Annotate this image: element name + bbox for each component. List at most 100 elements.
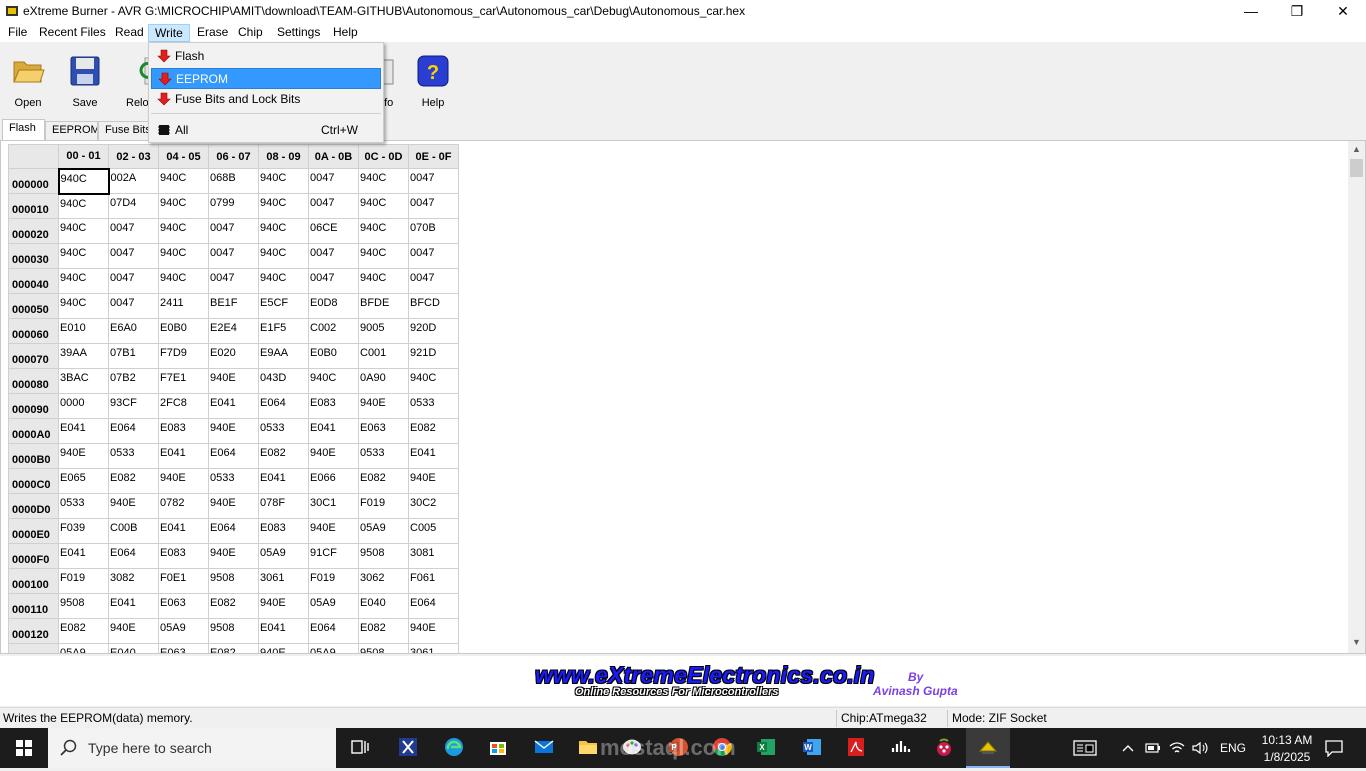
hex-cell[interactable]: 940E — [258, 593, 309, 619]
hex-cell[interactable]: F019 — [308, 568, 359, 594]
hex-cell[interactable]: 39AA — [58, 343, 109, 369]
hex-cell[interactable]: 940C — [58, 268, 109, 294]
hex-cell[interactable]: E0B0 — [308, 343, 359, 369]
hex-cell[interactable]: E9AA — [258, 343, 309, 369]
hex-cell[interactable]: E020 — [208, 343, 259, 369]
save-button[interactable]: Save — [57, 54, 113, 109]
start-button[interactable] — [0, 728, 48, 768]
hex-cell[interactable]: 9508 — [358, 643, 409, 653]
hex-cell[interactable]: 3082 — [108, 568, 159, 594]
clock-date[interactable]: 1/8/2025 — [1256, 750, 1318, 764]
hex-cell[interactable]: 940C — [258, 218, 309, 244]
hex-cell[interactable]: 2FC8 — [158, 393, 209, 419]
battery-icon[interactable] — [1144, 740, 1162, 756]
hex-cell[interactable]: F0E1 — [158, 568, 209, 594]
hex-cell[interactable]: 940E — [58, 443, 109, 469]
write-eeprom-item[interactable]: EEPROM — [151, 68, 381, 89]
hex-cell[interactable]: C001 — [358, 343, 409, 369]
hex-cell[interactable]: E083 — [308, 393, 359, 419]
hex-cell[interactable]: 9508 — [208, 568, 259, 594]
hex-cell[interactable]: 940C — [258, 168, 309, 194]
hex-cell[interactable]: E064 — [308, 618, 359, 644]
hex-cell[interactable]: 002A — [108, 168, 159, 194]
hex-cell[interactable]: E040 — [108, 643, 159, 653]
hex-cell[interactable]: 05A9 — [258, 543, 309, 569]
hex-cell[interactable]: E010 — [58, 318, 109, 344]
hex-cell[interactable]: F7D9 — [158, 343, 209, 369]
hex-cell[interactable]: F019 — [358, 493, 409, 519]
hex-cell[interactable]: E5CF — [258, 293, 309, 319]
hex-cell[interactable]: 078F — [258, 493, 309, 519]
taskbar-app-word[interactable]: W — [790, 728, 834, 768]
hex-cell[interactable]: 940C — [58, 193, 109, 219]
menu-recent-files[interactable]: Recent Files — [33, 24, 112, 42]
hex-cell[interactable]: 06CE — [308, 218, 359, 244]
hex-cell[interactable]: 0799 — [208, 193, 259, 219]
hex-cell[interactable]: E041 — [158, 443, 209, 469]
hex-cell[interactable]: 05A9 — [58, 643, 109, 653]
vertical-scrollbar[interactable]: ▲ ▼ — [1348, 141, 1365, 653]
hex-cell[interactable]: 07D4 — [108, 193, 159, 219]
hex-cell[interactable]: E064 — [108, 543, 159, 569]
hex-cell[interactable]: F019 — [58, 568, 109, 594]
hex-cell[interactable]: F061 — [408, 568, 459, 594]
hex-cell[interactable]: 940E — [408, 468, 459, 494]
hex-cell[interactable]: E082 — [358, 618, 409, 644]
close-button[interactable]: ✕ — [1320, 0, 1366, 22]
hex-cell[interactable]: E082 — [408, 418, 459, 444]
hex-cell[interactable]: E041 — [208, 393, 259, 419]
taskbar-app-audio[interactable] — [878, 728, 922, 768]
hex-cell[interactable]: 0047 — [108, 243, 159, 269]
taskbar-search[interactable]: Type here to search — [48, 728, 336, 768]
hex-cell[interactable]: 3061 — [258, 568, 309, 594]
hex-cell[interactable]: BFDE — [358, 293, 409, 319]
website-logo[interactable]: www.eXtremeElectronics.co.in — [535, 662, 875, 689]
hex-cell[interactable]: 940E — [408, 618, 459, 644]
hex-cell[interactable]: E6A0 — [108, 318, 159, 344]
hex-cell[interactable]: 940C — [358, 218, 409, 244]
hex-cell[interactable]: BFCD — [408, 293, 459, 319]
hex-cell[interactable]: 9005 — [358, 318, 409, 344]
taskbar-app-store[interactable] — [476, 728, 520, 768]
hex-cell[interactable]: 0533 — [408, 393, 459, 419]
clock-time[interactable]: 10:13 AM — [1256, 733, 1318, 747]
write-fuse-item[interactable]: Fuse Bits and Lock Bits — [151, 89, 381, 110]
hex-cell[interactable]: 0047 — [108, 218, 159, 244]
hex-cell[interactable]: C005 — [408, 518, 459, 544]
hex-cell[interactable]: 940C — [358, 243, 409, 269]
menu-read[interactable]: Read — [109, 24, 150, 42]
hex-cell[interactable]: 920D — [408, 318, 459, 344]
hex-cell[interactable]: E065 — [58, 468, 109, 494]
hex-cell[interactable]: E082 — [358, 468, 409, 494]
taskbar-app-raspberry[interactable] — [922, 728, 966, 768]
write-flash-item[interactable]: Flash — [151, 46, 381, 67]
hex-cell[interactable]: 0533 — [208, 468, 259, 494]
hex-cell[interactable]: E064 — [208, 518, 259, 544]
hex-cell[interactable]: 0782 — [158, 493, 209, 519]
taskbar-app-xampp[interactable] — [386, 728, 430, 768]
hex-cell[interactable]: F7E1 — [158, 368, 209, 394]
maximize-button[interactable]: ❐ — [1274, 0, 1320, 22]
taskbar-app-edge[interactable] — [432, 728, 476, 768]
scroll-thumb[interactable] — [1350, 159, 1363, 177]
hex-cell[interactable]: 0047 — [408, 268, 459, 294]
hex-cell[interactable]: 940C — [258, 268, 309, 294]
hex-cell[interactable]: 0047 — [308, 168, 359, 194]
hex-cell[interactable]: 940E — [158, 468, 209, 494]
tray-screen-icon-button[interactable] — [1068, 728, 1104, 768]
hex-cell[interactable]: E041 — [408, 443, 459, 469]
tab-flash[interactable]: Flash — [2, 119, 45, 141]
hex-cell[interactable]: 3062 — [358, 568, 409, 594]
hex-cell[interactable]: E041 — [258, 468, 309, 494]
hex-cell[interactable]: 940E — [308, 443, 359, 469]
hex-cell[interactable]: F039 — [58, 518, 109, 544]
taskbar-app-excel[interactable]: X — [744, 728, 788, 768]
hex-cell[interactable]: 940E — [208, 368, 259, 394]
hex-cell[interactable]: 070B — [408, 218, 459, 244]
hex-cell[interactable]: C002 — [308, 318, 359, 344]
hex-cell[interactable]: 0047 — [208, 243, 259, 269]
hex-cell[interactable]: 940E — [108, 618, 159, 644]
hex-cell[interactable]: 30C2 — [408, 493, 459, 519]
hex-cell[interactable]: 07B1 — [108, 343, 159, 369]
hex-cell[interactable]: 940C — [308, 368, 359, 394]
